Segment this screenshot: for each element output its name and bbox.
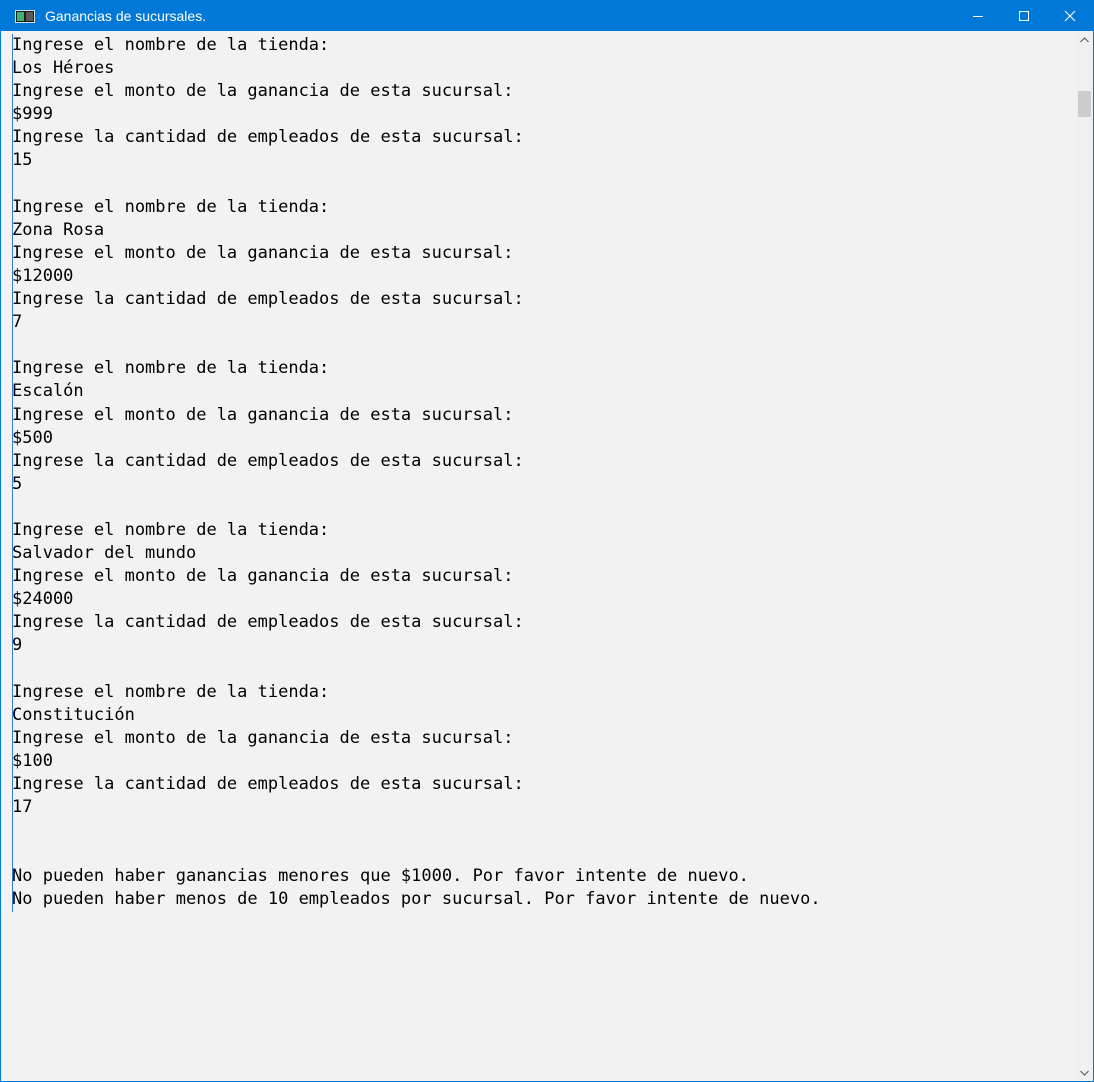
chevron-down-icon <box>1080 1070 1089 1076</box>
close-icon <box>1064 10 1076 22</box>
console-line: 17 <box>12 797 33 818</box>
scroll-down-button[interactable] <box>1076 1064 1093 1081</box>
maximize-button[interactable] <box>1001 1 1047 31</box>
console-line: Ingrese el monto de la ganancia de esta … <box>12 727 514 748</box>
window-controls <box>955 1 1093 31</box>
console-line: Ingrese el monto de la ganancia de esta … <box>12 566 514 587</box>
console-line: Ingrese el monto de la ganancia de esta … <box>12 404 514 425</box>
chevron-up-icon <box>1080 36 1089 42</box>
console-text: Ingrese el nombre de la tienda: Los Héroe… <box>1 31 1076 912</box>
title-bar[interactable]: Ganancias de sucursales. <box>1 1 1093 31</box>
console-line: Ingrese el nombre de la tienda: <box>12 681 330 702</box>
console-line: Ingrese el nombre de la tienda: <box>12 196 330 217</box>
window-title: Ganancias de sucursales. <box>45 8 207 24</box>
console-line: Ingrese el nombre de la tienda: <box>12 358 330 379</box>
console-line: Los Héroes <box>12 58 115 79</box>
console-line: Zona Rosa <box>12 219 105 240</box>
maximize-icon <box>1019 11 1029 21</box>
console-output[interactable]: Ingrese el nombre de la tienda: Los Héroe… <box>1 31 1076 1081</box>
scroll-up-button[interactable] <box>1076 31 1093 48</box>
console-line: $500 <box>12 427 53 448</box>
vertical-scrollbar[interactable] <box>1075 31 1093 1081</box>
console-line: $12000 <box>12 265 74 286</box>
console-line: Escalón <box>12 381 84 402</box>
console-line: Ingrese la cantidad de empleados de esta… <box>12 612 524 633</box>
console-line: Constitución <box>12 704 135 725</box>
console-line: 7 <box>12 312 23 333</box>
console-line: 5 <box>12 473 23 494</box>
console-line: Ingrese el nombre de la tienda: <box>12 519 330 540</box>
console-line: No pueden haber ganancias menores que $1… <box>12 866 749 887</box>
console-window: Ganancias de sucursales. Ingrese el nomb… <box>0 0 1094 1082</box>
console-line: Salvador del mundo <box>12 543 197 564</box>
minimize-button[interactable] <box>955 1 1001 31</box>
console-line: $999 <box>12 104 53 125</box>
console-line: $100 <box>12 750 53 771</box>
console-line: 15 <box>12 150 33 171</box>
console-line: $24000 <box>12 589 74 610</box>
console-line: Ingrese la cantidad de empleados de esta… <box>12 127 524 148</box>
console-app-icon[interactable] <box>15 9 35 23</box>
scrollbar-thumb[interactable] <box>1078 91 1091 117</box>
console-line: Ingrese el nombre de la tienda: <box>12 35 330 55</box>
console-line: Ingrese la cantidad de empleados de esta… <box>12 774 524 794</box>
close-button[interactable] <box>1047 1 1093 31</box>
console-line: No pueden haber menos de 10 empleados po… <box>12 889 821 910</box>
console-line: Ingrese la cantidad de empleados de esta… <box>12 450 524 471</box>
console-line: 9 <box>12 635 23 656</box>
console-line: Ingrese el monto de la ganancia de esta … <box>12 242 514 263</box>
text-cursor <box>12 34 13 912</box>
minimize-icon <box>973 16 983 17</box>
console-line: Ingrese el monto de la ganancia de esta … <box>12 81 514 102</box>
console-line: Ingrese la cantidad de empleados de esta… <box>12 289 524 310</box>
